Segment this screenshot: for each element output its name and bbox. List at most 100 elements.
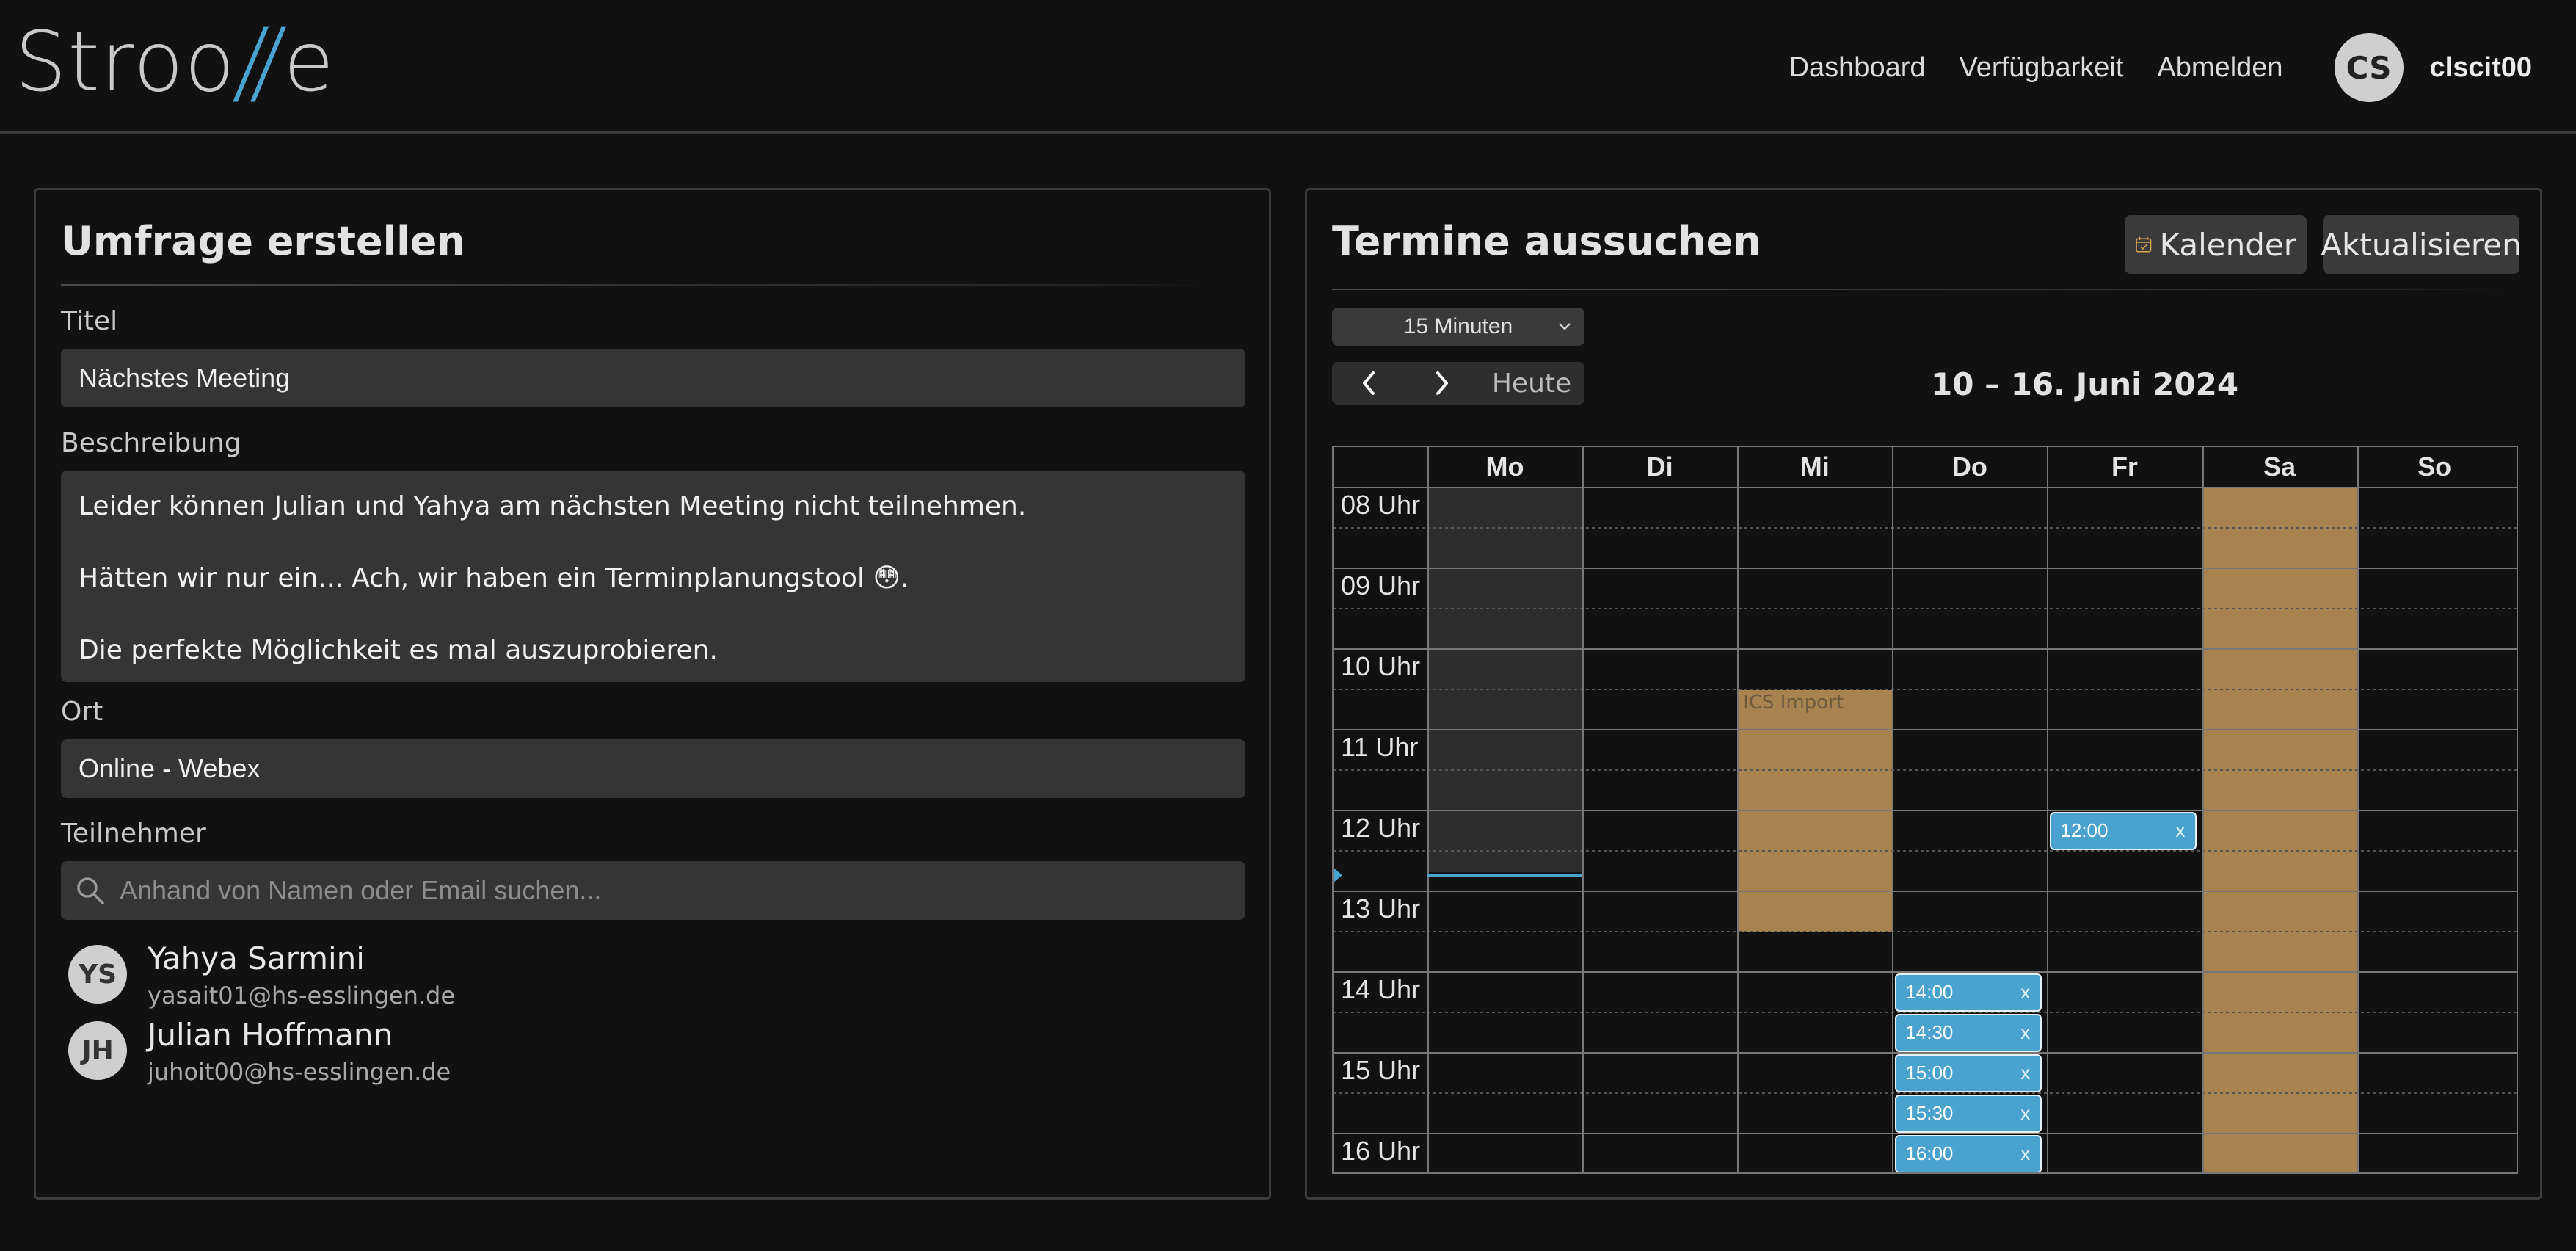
remove-event-button[interactable]: x: [2020, 1062, 2030, 1084]
app-logo[interactable]: Stroo//e: [15, 10, 335, 115]
event-time: 12:00: [2060, 819, 2109, 841]
grid-line: [2357, 447, 2359, 1172]
event-time: 15:00: [1905, 1062, 1954, 1084]
time-slot-event[interactable]: 14:00 x: [1895, 973, 2042, 1012]
refresh-button[interactable]: Aktualisieren: [2321, 215, 2522, 274]
ics-import-block: [1737, 690, 1893, 932]
day-header-mi: Mi: [1800, 452, 1830, 482]
grid-line: [1334, 769, 2517, 771]
participant-search-input[interactable]: Anhand von Namen oder Email suchen...: [61, 861, 1245, 920]
prev-week-button[interactable]: [1332, 362, 1405, 405]
grid-line: [1334, 1052, 2517, 1054]
main-nav: Dashboard Verfügbarkeit Abmelden CS clsc…: [1755, 31, 2532, 104]
user-name[interactable]: clscit00: [2430, 52, 2532, 84]
grid-line: [1334, 1133, 2517, 1134]
logo-slash: //: [230, 10, 276, 115]
current-time-marker: [1334, 867, 1342, 882]
grid-line: [1334, 1092, 2517, 1094]
description-line: Die perfekte Möglichkeit es mal auszupro…: [79, 635, 718, 665]
nav-verfuegbarkeit[interactable]: Verfügbarkeit: [1960, 52, 2124, 84]
chevron-left-icon: [1363, 371, 1375, 395]
grid-line: [1334, 689, 2517, 690]
interval-select[interactable]: 15 Minuten: [1332, 308, 1584, 346]
search-icon: [77, 877, 104, 904]
top-header: Stroo//e Dashboard Verfügbarkeit Abmelde…: [0, 0, 2576, 134]
grid-line: [1334, 931, 2517, 932]
time-slot-event[interactable]: 16:00 x: [1895, 1135, 2042, 1172]
participant-name: Julian Hoffmann: [148, 1017, 393, 1053]
grid-line: [1334, 971, 2517, 973]
title-input[interactable]: Nächstes Meeting: [61, 349, 1245, 407]
day-header-mo: Mo: [1485, 452, 1524, 482]
grid-line: [2047, 447, 2049, 1172]
create-poll-panel: Umfrage erstellen Titel Nächstes Meeting…: [34, 188, 1271, 1200]
grid-line: [1334, 891, 2517, 892]
time-slot-event[interactable]: 12:00 x: [2050, 812, 2197, 850]
hour-label: 15 Uhr: [1341, 1055, 1421, 1085]
week-calendar-grid: Mo Di Mi Do Fr Sa So 08 Uhr 09 Uhr 10 Uhr 11 Uhr 12…: [1332, 446, 2518, 1174]
nav-dashboard[interactable]: Dashboard: [1789, 52, 1926, 84]
week-range: 10 – 16. Juni 2024: [1931, 366, 2239, 402]
calendar-button-label: Kalender: [2159, 226, 2296, 263]
grid-line: [1582, 447, 1584, 1172]
grid-line: [1737, 447, 1739, 1172]
event-time: 14:00: [1905, 981, 1954, 1003]
time-slot-event[interactable]: 15:00 x: [1895, 1054, 2042, 1092]
hour-label: 08 Uhr: [1341, 490, 1421, 520]
time-slot-event[interactable]: 14:30 x: [1895, 1014, 2042, 1052]
past-time-shade: [1427, 488, 1583, 872]
chevron-down-icon: [1559, 323, 1571, 330]
chevron-right-icon: [1436, 371, 1448, 395]
title-divider: [61, 284, 1206, 286]
day-header-fr: Fr: [2111, 452, 2138, 482]
remove-event-button[interactable]: x: [2175, 819, 2185, 842]
participant-name: Yahya Sarmini: [148, 940, 365, 976]
grid-line: [1334, 527, 2517, 529]
remove-event-button[interactable]: x: [2020, 981, 2030, 1004]
location-input[interactable]: Online - Webex: [61, 739, 1245, 798]
description-textarea[interactable]: Leider können Julian und Yahya am nächst…: [61, 471, 1245, 682]
hour-label: 12 Uhr: [1341, 813, 1421, 843]
next-week-button[interactable]: [1405, 362, 1479, 405]
user-avatar[interactable]: CS: [2334, 33, 2404, 102]
title-label: Titel: [61, 306, 118, 336]
header-divider: [1334, 487, 2517, 488]
description-line: Hätten wir nur ein... Ach, wir haben ein…: [79, 563, 909, 593]
description-label: Beschreibung: [61, 428, 241, 458]
hour-label: 16 Uhr: [1341, 1136, 1421, 1166]
grid-line: [1892, 447, 1894, 1172]
day-header-do: Do: [1951, 452, 1987, 482]
hour-label: 14 Uhr: [1341, 974, 1421, 1004]
remove-event-button[interactable]: x: [2020, 1142, 2030, 1165]
today-button[interactable]: Heute: [1479, 362, 1584, 405]
day-header-di: Di: [1646, 452, 1673, 482]
avatar: JH: [68, 1021, 127, 1080]
hour-label: 10 Uhr: [1341, 651, 1421, 681]
logo-text-end: e: [283, 15, 335, 110]
search-placeholder: Anhand von Namen oder Email suchen...: [120, 875, 602, 905]
avatar: YS: [68, 945, 127, 1004]
grid-line: [1334, 608, 2517, 609]
calendar-button[interactable]: Kalender: [2125, 215, 2307, 274]
panel-title-create-poll: Umfrage erstellen: [61, 218, 465, 264]
event-time: 14:30: [1905, 1021, 1954, 1043]
grid-line: [1334, 850, 2517, 852]
grid-line: [1334, 729, 2517, 730]
busy-block: [2202, 488, 2357, 1172]
interval-value: 15 Minuten: [1403, 314, 1513, 338]
hour-label: 13 Uhr: [1341, 893, 1421, 924]
hour-label: 11 Uhr: [1341, 732, 1419, 762]
remove-event-button[interactable]: x: [2020, 1102, 2030, 1125]
ics-import-label: ICS Import: [1743, 692, 1844, 714]
time-slot-event[interactable]: 15:30 x: [1895, 1095, 2042, 1133]
description-line: Leider können Julian und Yahya am nächst…: [79, 491, 1027, 521]
grid-line: [1334, 568, 2517, 569]
event-time: 16:00: [1905, 1142, 1954, 1164]
remove-event-button[interactable]: x: [2020, 1021, 2030, 1044]
day-header-sa: Sa: [2263, 452, 2296, 482]
participants-label: Teilnehmer: [61, 819, 206, 849]
grid-line: [1334, 810, 2517, 811]
grid-line: [1334, 648, 2517, 650]
participant-email: yasait01@hs-esslingen.de: [148, 982, 456, 1009]
nav-abmelden[interactable]: Abmelden: [2157, 52, 2282, 84]
